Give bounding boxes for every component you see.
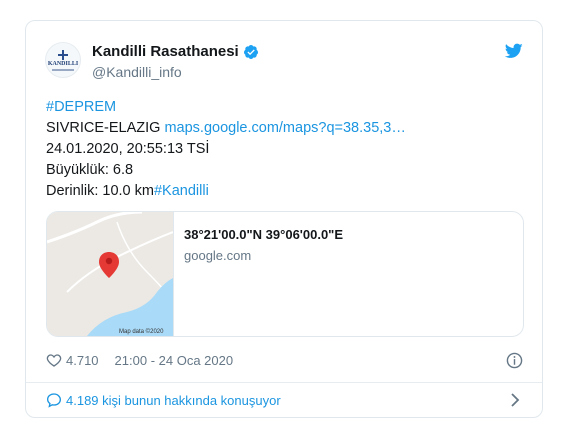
author-handle[interactable]: @Kandilli_info [92, 64, 182, 80]
tweet-text: #DEPREM SIVRICE-ELAZIG maps.google.com/m… [46, 97, 526, 202]
map-thumbnail-drawing [47, 212, 174, 336]
avatar-logo-text: KANDILLI [47, 60, 79, 67]
hashtag-deprem-link[interactable]: #DEPREM [46, 99, 116, 115]
chevron-right-icon[interactable] [510, 393, 520, 407]
link-card-domain: google.com [184, 248, 252, 263]
author-name-row[interactable]: Kandilli Rasathanesi [92, 43, 259, 60]
datetime-text: 24.01.2020, 20:55:13 TSİ [46, 141, 210, 157]
map-credit: Map data ©2020 [119, 329, 164, 335]
maps-link[interactable]: maps.google.com/maps?q=38.35,3… [164, 120, 405, 136]
conversation-link[interactable]: 4.189 kişi bunun hakkında konuşuyor [46, 392, 281, 408]
tweet-timestamp[interactable]: 21:00 - 24 Oca 2020 [115, 353, 234, 368]
avatar-logo-rule [52, 68, 74, 71]
depth-text: Derinlik: 10.0 km [46, 183, 154, 199]
heart-icon[interactable] [46, 352, 62, 368]
verified-badge-icon [243, 44, 258, 59]
reply-bubble-icon [46, 393, 62, 408]
link-card-title[interactable]: 38°21'00.0"N 39°06'00.0"E [184, 227, 343, 242]
hashtag-kandilli-link[interactable]: #Kandilli [154, 183, 209, 199]
magnitude-text: Büyüklük: 6.8 [46, 162, 134, 178]
divider [26, 382, 542, 383]
info-icon[interactable] [506, 352, 523, 369]
map-thumbnail[interactable]: Map data ©2020 [47, 212, 174, 336]
map-link-card[interactable]: Map data ©2020 38°21'00.0"N 39°06'00.0"E… [46, 211, 524, 337]
conversation-text[interactable]: 4.189 kişi bunun hakkında konuşuyor [66, 393, 281, 408]
tweet-meta: 4.710 21:00 - 24 Oca 2020 [46, 352, 233, 368]
avatar[interactable]: KANDILLI [45, 42, 81, 78]
location-text: SIVRICE-ELAZIG [46, 120, 161, 136]
author-name[interactable]: Kandilli Rasathanesi [92, 43, 239, 60]
like-count[interactable]: 4.710 [66, 353, 99, 368]
tweet-card[interactable]: KANDILLI Kandilli Rasathanesi @Kandilli_… [25, 20, 543, 418]
logo-mark-icon [58, 49, 68, 60]
twitter-bird-icon[interactable] [505, 43, 523, 59]
